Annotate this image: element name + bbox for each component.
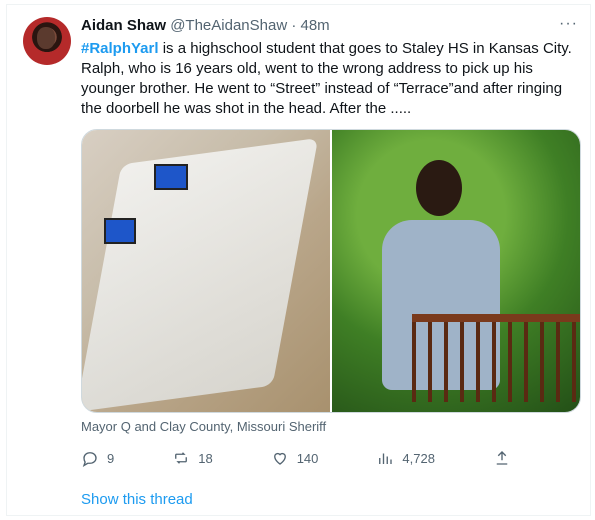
media-grid[interactable] — [81, 129, 581, 413]
person-head — [416, 160, 462, 216]
tweet-actions: 9 18 140 4,728 — [81, 449, 511, 467]
share-icon — [496, 451, 508, 465]
media-photo-hospital[interactable] — [82, 130, 330, 412]
reply-button[interactable]: 9 — [81, 449, 114, 467]
views-icon — [379, 453, 393, 464]
timestamp[interactable]: 48m — [301, 17, 330, 34]
tweet-text: #RalphYarl is a highschool student that … — [81, 39, 581, 119]
like-button[interactable]: 140 — [271, 449, 319, 467]
share-button[interactable] — [493, 449, 511, 467]
hashtag-link[interactable]: #RalphYarl — [81, 40, 159, 57]
monitor-screen — [154, 164, 188, 190]
retweet-count: 18 — [198, 450, 213, 466]
reply-icon — [82, 452, 97, 467]
reply-count: 9 — [107, 450, 115, 466]
author-name[interactable]: Aidan Shaw — [81, 17, 166, 34]
avatar[interactable] — [23, 17, 71, 65]
monitor-screen — [104, 218, 136, 244]
like-count: 140 — [296, 450, 319, 466]
author-handle[interactable]: @TheAidanShaw — [170, 17, 287, 34]
avatar-face — [37, 27, 55, 49]
retweet-icon — [175, 452, 188, 464]
media-credit: Mayor Q and Clay County, Missouri Sherif… — [81, 419, 327, 434]
retweet-button[interactable]: 18 — [172, 449, 213, 467]
tweet-header: Aidan Shaw @TheAidanShaw · 48m — [81, 17, 330, 34]
media-photo-portrait[interactable] — [332, 130, 580, 412]
separator-dot: · — [291, 17, 297, 34]
views-button[interactable]: 4,728 — [376, 449, 435, 467]
more-options-icon[interactable]: ··· — [559, 15, 578, 33]
tweet-card[interactable]: Aidan Shaw @TheAidanShaw · 48m ··· #Ralp… — [6, 4, 591, 516]
show-thread-link[interactable]: Show this thread — [81, 491, 193, 508]
heart-icon — [273, 452, 286, 465]
hospital-bed — [82, 137, 319, 412]
views-count: 4,728 — [402, 450, 435, 466]
deck-railing — [412, 314, 580, 402]
